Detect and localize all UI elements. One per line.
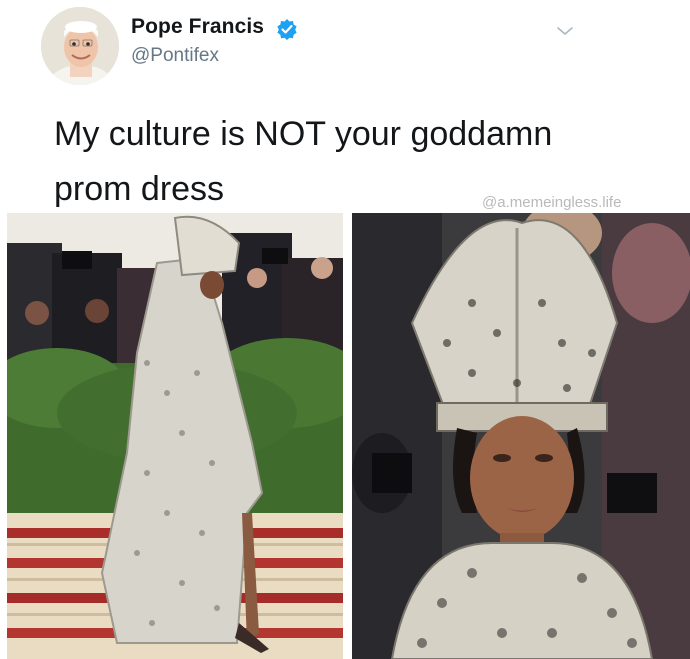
- tweet-text-line-1: My culture is NOT your goddamn: [54, 115, 553, 153]
- verified-badge-icon: [276, 18, 298, 40]
- profile-avatar[interactable]: [41, 7, 119, 85]
- tweet-header: Pope Francis @Pontifex: [0, 0, 690, 90]
- photo-close-up[interactable]: [352, 213, 690, 659]
- user-handle[interactable]: @Pontifex: [131, 45, 219, 67]
- watermark: @a.memeingless.life: [482, 194, 622, 211]
- chevron-down-icon[interactable]: [555, 24, 575, 38]
- display-name[interactable]: Pope Francis: [131, 15, 264, 39]
- photo-full-length[interactable]: [7, 213, 343, 659]
